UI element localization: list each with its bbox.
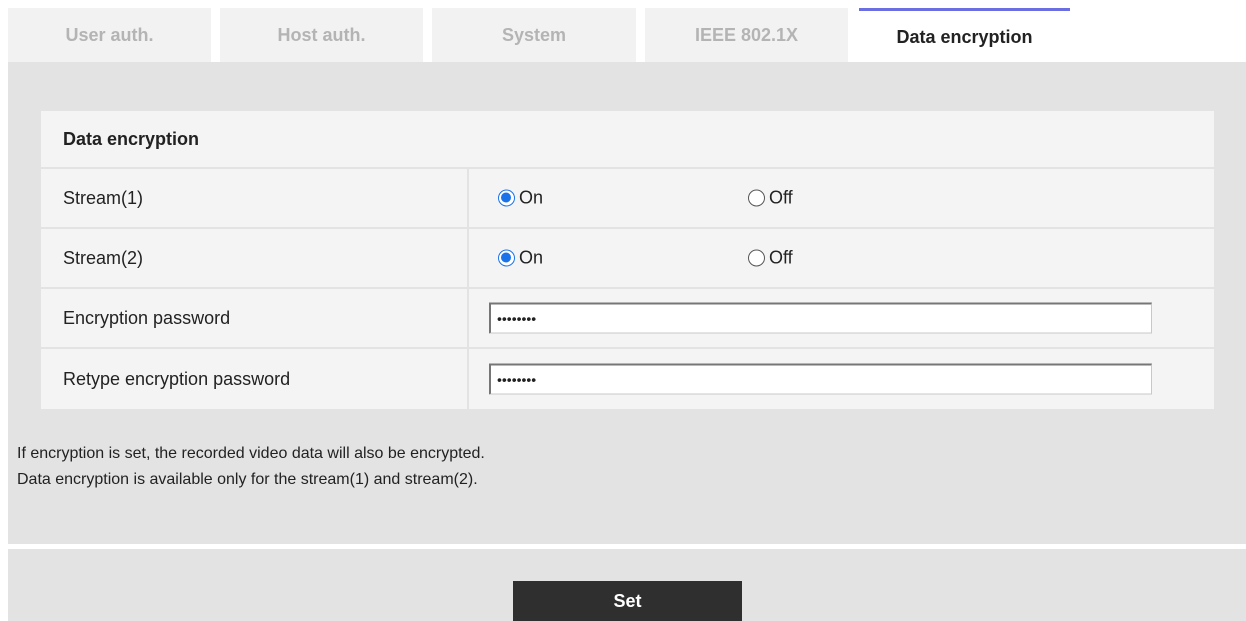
stream2-on-radio[interactable]: On	[498, 248, 543, 269]
note-line: If encryption is set, the recorded video…	[17, 445, 485, 462]
retype-password-row: Retype encryption password	[41, 349, 1214, 409]
stream2-off-radio[interactable]: Off	[748, 248, 793, 269]
encryption-password-label: Encryption password	[63, 307, 231, 328]
stream1-row: Stream(1) On Off	[41, 169, 1214, 227]
tab-data-encryption[interactable]: Data encryption	[859, 8, 1070, 62]
settings-table: Data encryption Stream(1) On Off Stream(…	[41, 111, 1214, 409]
stream2-row: Stream(2) On Off	[41, 229, 1214, 287]
tab-ieee-8021x[interactable]: IEEE 802.1X	[645, 8, 848, 62]
retype-password-label: Retype encryption password	[63, 368, 291, 389]
encryption-password-row: Encryption password	[41, 289, 1214, 347]
section-title: Data encryption	[41, 111, 1214, 167]
settings-panel: Data encryption Stream(1) On Off Stream(…	[8, 62, 1246, 544]
note-line: Data encryption is available only for th…	[17, 471, 478, 488]
stream1-label: Stream(1)	[63, 187, 144, 208]
tab-bar: User auth. Host auth. System IEEE 802.1X…	[8, 8, 1246, 62]
info-notes: If encryption is set, the recorded video…	[17, 441, 485, 493]
footer-bar: Set	[8, 549, 1246, 621]
encryption-password-field[interactable]	[489, 302, 1152, 334]
set-button[interactable]: Set	[513, 581, 742, 621]
tab-user-auth[interactable]: User auth.	[8, 8, 211, 62]
stream2-label: Stream(2)	[63, 247, 144, 268]
radio-unchecked-icon	[748, 249, 765, 267]
radio-unchecked-icon	[748, 189, 765, 207]
tab-system[interactable]: System	[432, 8, 636, 62]
tab-host-auth[interactable]: Host auth.	[220, 8, 423, 62]
stream1-on-radio[interactable]: On	[498, 188, 543, 209]
radio-checked-icon	[498, 249, 515, 267]
stream1-off-radio[interactable]: Off	[748, 188, 793, 209]
radio-checked-icon	[498, 189, 515, 207]
retype-password-field[interactable]	[489, 363, 1152, 395]
